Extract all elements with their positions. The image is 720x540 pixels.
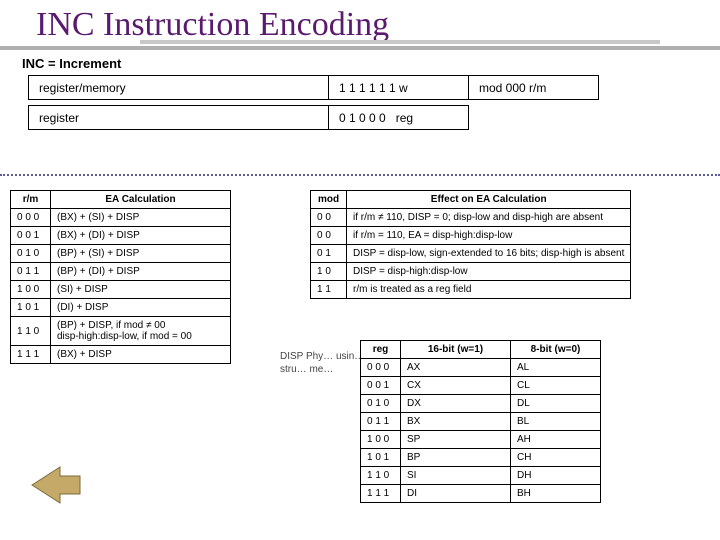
mod-cell: 0 0 <box>311 209 347 227</box>
reg-cell: 0 0 1 <box>361 377 401 395</box>
table-row: 1 1 0SIDH <box>361 467 601 485</box>
w0-cell: DH <box>511 467 601 485</box>
enc-reg-label: register <box>29 106 329 130</box>
ea-cell: (BP) + (SI) + DISP <box>51 245 231 263</box>
dotted-divider <box>0 174 720 176</box>
table-row: 0 1 1BXBL <box>361 413 601 431</box>
table-row: 0 0 0AXAL <box>361 359 601 377</box>
w1-cell: BP <box>401 449 511 467</box>
reg-table: reg 16-bit (w=1) 8-bit (w=0) 0 0 0AXAL0 … <box>360 340 601 503</box>
rm-cell: 0 1 1 <box>11 263 51 281</box>
rm-table-wrap: r/m EA Calculation 0 0 0(BX) + (SI) + DI… <box>10 190 231 364</box>
eff-cell: DISP = disp-low, sign-extended to 16 bit… <box>347 245 631 263</box>
enc-reg-byte1: 0 1 0 0 0 reg <box>329 106 469 130</box>
rm-cell: 1 0 1 <box>11 299 51 317</box>
w0-cell: DL <box>511 395 601 413</box>
table-row: 1 0 0SPAH <box>361 431 601 449</box>
table-row: 0 0 1(BX) + (DI) + DISP <box>11 227 231 245</box>
eff-cell: if r/m ≠ 110, DISP = 0; disp-low and dis… <box>347 209 631 227</box>
enc-rm-byte2: mod 000 r/m <box>469 76 599 100</box>
table-row: 1 1 1(BX) + DISP <box>11 346 231 364</box>
ea-cell: (BX) + (DI) + DISP <box>51 227 231 245</box>
reg-cell: 0 1 0 <box>361 395 401 413</box>
table-row: 1 1 0(BP) + DISP, if mod ≠ 00 disp-high:… <box>11 317 231 346</box>
reg-h2: 8-bit (w=0) <box>511 341 601 359</box>
mod-table: mod Effect on EA Calculation 0 0if r/m ≠… <box>310 190 631 299</box>
w1-cell: CX <box>401 377 511 395</box>
table-row: 1 0 0(SI) + DISP <box>11 281 231 299</box>
mod-h0: mod <box>311 191 347 209</box>
table-row: 1 1 1DIBH <box>361 485 601 503</box>
table-row: 0 0if r/m = 110, EA = disp-high:disp-low <box>311 227 631 245</box>
mod-cell: 1 1 <box>311 281 347 299</box>
rm-cell: 1 1 0 <box>11 317 51 346</box>
eff-cell: r/m is treated as a reg field <box>347 281 631 299</box>
reg-cell: 1 0 1 <box>361 449 401 467</box>
rm-table: r/m EA Calculation 0 0 0(BX) + (SI) + DI… <box>10 190 231 364</box>
reg-cell: 1 1 0 <box>361 467 401 485</box>
table-row: 1 0 1BPCH <box>361 449 601 467</box>
enc-empty <box>469 106 599 130</box>
w0-cell: CH <box>511 449 601 467</box>
ea-cell: (BP) + DISP, if mod ≠ 00 disp-high:disp-… <box>51 317 231 346</box>
w1-cell: SI <box>401 467 511 485</box>
table-row: 0 0 0(BX) + (SI) + DISP <box>11 209 231 227</box>
reg-h0: reg <box>361 341 401 359</box>
rm-h1: EA Calculation <box>51 191 231 209</box>
mod-cell: 0 1 <box>311 245 347 263</box>
w0-cell: BH <box>511 485 601 503</box>
mod-h1: Effect on EA Calculation <box>347 191 631 209</box>
arrow-left-icon <box>28 463 84 507</box>
rm-cell: 0 0 1 <box>11 227 51 245</box>
reg-cell: 1 1 1 <box>361 485 401 503</box>
w0-cell: AL <box>511 359 601 377</box>
table-row: 1 0 1(DI) + DISP <box>11 299 231 317</box>
back-button[interactable] <box>28 463 84 512</box>
table-row: 0 1DISP = disp-low, sign-extended to 16 … <box>311 245 631 263</box>
rm-cell: 0 1 0 <box>11 245 51 263</box>
encoding-table: register/memory 1 1 1 1 1 1 w mod 000 r/… <box>28 75 599 130</box>
ea-cell: (SI) + DISP <box>51 281 231 299</box>
reg-cell: 0 0 0 <box>361 359 401 377</box>
mod-table-wrap: mod Effect on EA Calculation 0 0if r/m ≠… <box>310 190 631 299</box>
enc-rm-label: register/memory <box>29 76 329 100</box>
ea-cell: (BX) + DISP <box>51 346 231 364</box>
ea-cell: (BP) + (DI) + DISP <box>51 263 231 281</box>
table-row: 1 0DISP = disp-high:disp-low <box>311 263 631 281</box>
enc-rm-byte1: 1 1 1 1 1 1 w <box>329 76 469 100</box>
rm-h0: r/m <box>11 191 51 209</box>
table-row: 0 1 1(BP) + (DI) + DISP <box>11 263 231 281</box>
eff-cell: if r/m = 110, EA = disp-high:disp-low <box>347 227 631 245</box>
reg-cell: 1 0 0 <box>361 431 401 449</box>
w1-cell: AX <box>401 359 511 377</box>
ea-cell: (BX) + (SI) + DISP <box>51 209 231 227</box>
w0-cell: CL <box>511 377 601 395</box>
reg-table-wrap: reg 16-bit (w=1) 8-bit (w=0) 0 0 0AXAL0 … <box>360 340 601 503</box>
reg-h1: 16-bit (w=1) <box>401 341 511 359</box>
rm-cell: 1 0 0 <box>11 281 51 299</box>
w1-cell: DX <box>401 395 511 413</box>
reg-cell: 0 1 1 <box>361 413 401 431</box>
mod-cell: 1 0 <box>311 263 347 281</box>
mod-cell: 0 0 <box>311 227 347 245</box>
w1-cell: BX <box>401 413 511 431</box>
inc-header: INC = Increment <box>0 50 720 75</box>
ea-cell: (DI) + DISP <box>51 299 231 317</box>
table-row: 0 0if r/m ≠ 110, DISP = 0; disp-low and … <box>311 209 631 227</box>
table-row: 1 1r/m is treated as a reg field <box>311 281 631 299</box>
title-bar: INC Instruction Encoding <box>0 0 720 50</box>
w0-cell: AH <box>511 431 601 449</box>
w1-cell: SP <box>401 431 511 449</box>
table-row: 0 1 0(BP) + (SI) + DISP <box>11 245 231 263</box>
w1-cell: DI <box>401 485 511 503</box>
table-row: 0 1 0DXDL <box>361 395 601 413</box>
rm-cell: 1 1 1 <box>11 346 51 364</box>
w0-cell: BL <box>511 413 601 431</box>
title-shadow <box>140 40 660 44</box>
eff-cell: DISP = disp-high:disp-low <box>347 263 631 281</box>
table-row: 0 0 1CXCL <box>361 377 601 395</box>
rm-cell: 0 0 0 <box>11 209 51 227</box>
